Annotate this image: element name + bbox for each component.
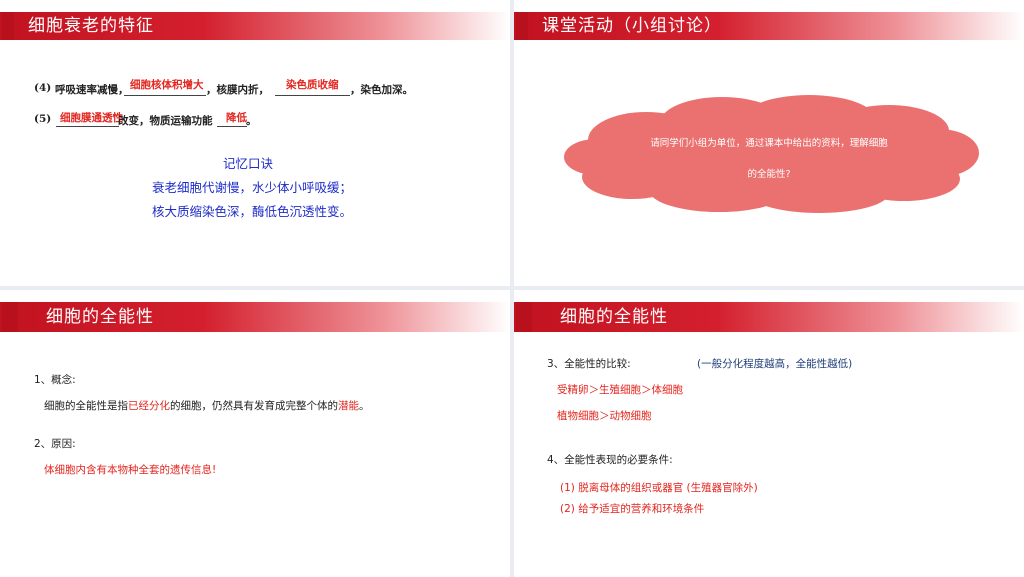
compare-label: 3、全能性的比较: xyxy=(547,358,631,370)
item4-answer-1: 细胞核体积增大 xyxy=(130,79,204,91)
mnemonic-title: 记忆口诀 xyxy=(223,156,274,171)
item4-text-b: ，核膜内折， xyxy=(206,84,269,96)
condition-label: 4、全能性表现的必要条件: xyxy=(547,454,673,466)
item4-blank-2 xyxy=(275,95,350,96)
concept-text-a: 细胞的全能性是指 xyxy=(44,400,128,412)
title-bar: 细胞的全能性 xyxy=(0,302,510,332)
item5-text-b: 。 xyxy=(246,115,257,127)
slide-cell-aging[interactable]: 细胞衰老的特征 (4) 呼吸速率减慢， 细胞核体积增大 ，核膜内折， 染色质收缩… xyxy=(0,0,510,286)
reason-label: 2、原因: xyxy=(34,438,76,450)
item5-number: (5) xyxy=(34,113,52,125)
slide-title: 课堂活动（小组讨论） xyxy=(542,16,722,36)
slide-title: 细胞的全能性 xyxy=(560,307,668,327)
title-bar-accent xyxy=(516,12,528,40)
compare-line-1: 受精卵＞生殖细胞＞体细胞 xyxy=(557,384,683,396)
condition-1: (1) 脱离母体的组织或器官 (生殖器官除外) xyxy=(560,482,758,494)
concept-text-b: 的细胞，仍然具有发育成完整个体的 xyxy=(170,400,338,412)
title-bar-accent xyxy=(2,12,14,40)
title-bar: 细胞衰老的特征 xyxy=(0,12,510,40)
concept-sentence: 细胞的全能性是指已经分化的细胞，仍然具有发育成完整个体的潜能。 xyxy=(44,398,370,413)
cloud-shape xyxy=(564,95,979,213)
item5-answer-2: 降低 xyxy=(226,112,247,124)
slide-title: 细胞的全能性 xyxy=(46,307,154,327)
concept-label: 1、概念: xyxy=(34,374,76,386)
title-bar: 细胞的全能性 xyxy=(514,302,1024,332)
concept-highlight-1: 已经分化 xyxy=(128,400,170,412)
item4-answer-2: 染色质收缩 xyxy=(286,79,339,91)
item5-blank-1 xyxy=(56,126,119,127)
slide-title: 细胞衰老的特征 xyxy=(28,16,154,36)
item5-answer-1: 细胞膜通透性 xyxy=(60,112,123,124)
title-bar-accent xyxy=(2,302,18,332)
compare-line-2: 植物细胞＞动物细胞 xyxy=(557,410,652,422)
mnemonic-line-1: 衰老细胞代谢慢，水少体小呼吸缓； xyxy=(152,180,353,195)
slide-totipotency-comparison[interactable]: 细胞的全能性 3、全能性的比较: (一般分化程度越高，全能性越低) 受精卵＞生殖… xyxy=(514,290,1024,577)
item5-text-a: 改变，物质运输功能 xyxy=(118,115,213,127)
condition-2: (2) 给予适宜的营养和环境条件 xyxy=(560,503,705,515)
item4-text-c: ，染色加深。 xyxy=(350,84,413,96)
slide-totipotency-concept[interactable]: 细胞的全能性 1、概念: 细胞的全能性是指已经分化的细胞，仍然具有发育成完整个体… xyxy=(0,290,510,577)
compare-note: (一般分化程度越高，全能性越低) xyxy=(697,358,853,370)
slide-class-activity[interactable]: 课堂活动（小组讨论） 请同学们小组为单位，通过课本中给出的资料，理解细胞 的全能… xyxy=(514,0,1024,286)
item5-blank-2 xyxy=(217,126,247,127)
item4-blank-1 xyxy=(124,95,206,96)
concept-text-c: 。 xyxy=(359,400,370,412)
discussion-cloud: 请同学们小组为单位，通过课本中给出的资料，理解细胞 的全能性? xyxy=(554,95,984,215)
concept-highlight-2: 潜能 xyxy=(338,400,359,412)
title-bar: 课堂活动（小组讨论） xyxy=(514,12,1024,40)
item4-number: (4) xyxy=(34,82,52,94)
reason-text: 体细胞内含有本物种全套的遗传信息! xyxy=(44,464,217,476)
item4-text-a: 呼吸速率减慢， xyxy=(55,84,129,96)
cloud-text-line-2: 的全能性? xyxy=(747,169,791,180)
mnemonic-line-2: 核大质缩染色深，酶低色沉透性变。 xyxy=(152,204,353,219)
cloud-text-line-1: 请同学们小组为单位，通过课本中给出的资料，理解细胞 xyxy=(650,138,888,149)
title-bar-accent xyxy=(516,302,532,332)
